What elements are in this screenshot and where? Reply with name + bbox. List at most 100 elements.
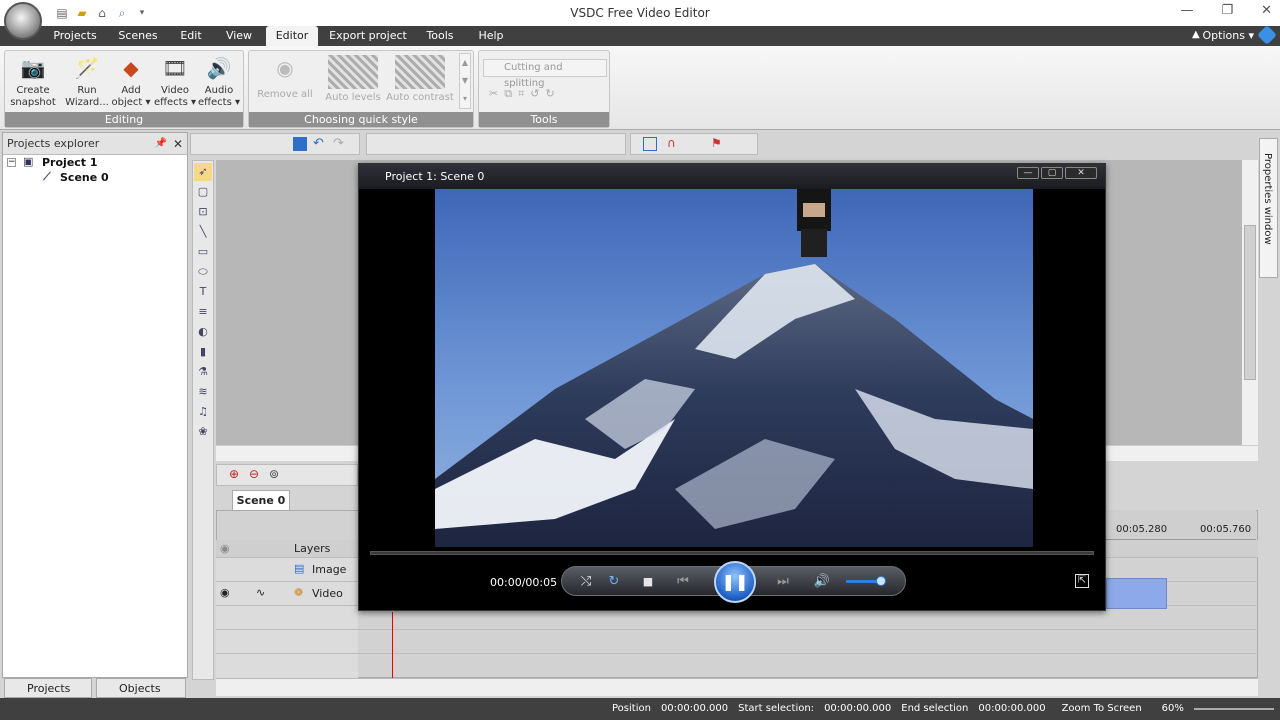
pointer-tool-icon[interactable]: ➶ bbox=[194, 163, 212, 181]
line-tool-icon[interactable]: ╲ bbox=[194, 223, 212, 241]
auto-levels-button[interactable]: Auto levels bbox=[321, 53, 385, 104]
cutting-splitting-button[interactable]: Cutting and splitting bbox=[483, 59, 607, 89]
tab-scene[interactable]: Scene 0 bbox=[232, 490, 290, 510]
rectangle-tool-icon[interactable]: ▭ bbox=[194, 243, 212, 261]
undo-icon[interactable]: ↶ bbox=[313, 136, 324, 151]
volume-icon[interactable]: 🔊 bbox=[812, 573, 832, 591]
menu-view[interactable]: View bbox=[218, 26, 260, 46]
split-icon[interactable]: ⧉ bbox=[504, 87, 512, 105]
options-menu[interactable]: Options ▾ bbox=[1203, 29, 1254, 42]
close-panel-button[interactable]: ✕ bbox=[173, 133, 183, 155]
properties-window-tab[interactable]: Properties window bbox=[1259, 138, 1278, 278]
zoom-to-screen-button[interactable]: Zoom To Screen bbox=[1062, 698, 1142, 720]
ruler-tick: 00:05.760 bbox=[1200, 524, 1252, 535]
sprite-tool-icon[interactable]: ⚗ bbox=[194, 363, 212, 381]
menu-tools[interactable]: Tools bbox=[418, 26, 462, 46]
zoom-fit-icon[interactable]: ⊚ bbox=[269, 467, 279, 481]
cut-icon[interactable]: ✂ bbox=[489, 87, 498, 105]
menu-edit[interactable]: Edit bbox=[172, 26, 210, 46]
crop-icon[interactable]: ⌗ bbox=[518, 87, 524, 105]
eye-icon[interactable]: ◉ bbox=[220, 586, 230, 599]
timeline-horizontal-scrollbar[interactable] bbox=[216, 678, 1258, 696]
auto-contrast-button[interactable]: Auto contrast bbox=[385, 53, 455, 104]
playback-controls: ⤭ ↻ ■ ⏮ ❚❚ ⏭ 🔊 bbox=[561, 561, 906, 603]
menu-projects[interactable]: Projects bbox=[48, 26, 102, 46]
playhead-cursor[interactable] bbox=[392, 612, 393, 678]
audio-wave-icon[interactable]: ∿ bbox=[256, 586, 265, 599]
app-logo-button[interactable] bbox=[4, 2, 42, 40]
grid-icon[interactable] bbox=[643, 137, 657, 151]
zoom-slider[interactable] bbox=[1193, 708, 1274, 710]
timeline-clip[interactable] bbox=[1106, 578, 1167, 609]
speaker-icon: 🔊 bbox=[206, 56, 232, 80]
volume-knob[interactable] bbox=[876, 576, 886, 586]
magnet-icon[interactable]: ∩ bbox=[667, 136, 676, 150]
restore-button[interactable]: ❐ bbox=[1221, 3, 1233, 18]
help-icon[interactable] bbox=[1257, 25, 1277, 45]
redo-icon[interactable]: ↷ bbox=[333, 136, 344, 151]
ribbon-group-editing: 📷 Create snapshot 🪄 Run Wizard... ◆ Add … bbox=[4, 50, 244, 128]
remove-all-button[interactable]: ◉ Remove all bbox=[253, 53, 317, 101]
audio-tool-icon[interactable]: ♫ bbox=[194, 403, 212, 421]
close-button[interactable]: ✕ bbox=[1261, 3, 1272, 18]
preview-maximize-button[interactable]: ▢ bbox=[1041, 167, 1063, 179]
start-selection-value: 00:00:00.000 bbox=[824, 703, 892, 714]
minimize-button[interactable]: — bbox=[1180, 3, 1193, 18]
menu-help[interactable]: Help bbox=[470, 26, 512, 46]
layout-toolbar: ∩ ⚑ bbox=[630, 133, 758, 155]
preview-title-bar[interactable]: Project 1: Scene 0 — ▢ ✕ bbox=[359, 164, 1105, 189]
tab-objects-explorer[interactable]: Objects ex... bbox=[96, 678, 186, 715]
zoom-out-icon[interactable]: ⊖ bbox=[249, 467, 259, 481]
layers-header: Layers bbox=[294, 542, 331, 555]
select-tool-icon[interactable] bbox=[293, 137, 307, 151]
tree-item-project[interactable]: Project 1 bbox=[42, 156, 98, 169]
audio-effects-button[interactable]: 🔊 Audio effects ▾ bbox=[197, 53, 241, 109]
run-wizard-button[interactable]: 🪄 Run Wizard... bbox=[61, 53, 113, 109]
tab-projects-explorer[interactable]: Projects ex... bbox=[4, 678, 92, 715]
rotate-right-icon[interactable]: ↻ bbox=[546, 87, 555, 105]
video-frame[interactable] bbox=[435, 189, 1033, 547]
group-label-tools: Tools bbox=[479, 112, 609, 127]
shape-tool-icon[interactable]: ◐ bbox=[194, 323, 212, 341]
video-effects-button[interactable]: 🎞 Video effects ▾ bbox=[153, 53, 197, 109]
preview-minimize-button[interactable]: — bbox=[1017, 167, 1039, 179]
menu-editor[interactable]: Editor bbox=[266, 26, 318, 46]
seek-bar[interactable] bbox=[370, 551, 1094, 555]
marker-icon[interactable]: ⚑ bbox=[711, 136, 722, 150]
tree-collapse-icon[interactable]: − bbox=[7, 158, 16, 167]
ruler-tick: 00:05.280 bbox=[1116, 524, 1168, 535]
ellipse-tool-icon[interactable]: ⬭ bbox=[194, 263, 212, 281]
text-tool-icon[interactable]: T bbox=[194, 283, 212, 301]
menu-export-project[interactable]: Export project bbox=[326, 26, 410, 46]
next-button[interactable]: ⏭ bbox=[768, 573, 798, 591]
properties-window-label: Properties window bbox=[1262, 153, 1273, 245]
timeline-ruler[interactable]: 00:05.280 00:05.760 bbox=[1106, 510, 1256, 540]
add-object-button[interactable]: ◆ Add object ▾ bbox=[109, 53, 153, 109]
menu-scenes[interactable]: Scenes bbox=[112, 26, 164, 46]
projects-explorer-title: Projects explorer bbox=[7, 137, 100, 150]
pause-button[interactable]: ❚❚ bbox=[714, 561, 756, 603]
fullscreen-icon[interactable]: ⇱ bbox=[1075, 574, 1089, 588]
collapse-ribbon-icon[interactable]: ▲ bbox=[1192, 29, 1200, 40]
quick-style-scroll[interactable]: ▲ ▼ ▾ bbox=[459, 53, 471, 109]
camera-icon: 📷 bbox=[20, 56, 46, 80]
animation-tool-icon[interactable]: ≋ bbox=[194, 383, 212, 401]
previous-button[interactable]: ⏮ bbox=[668, 573, 698, 591]
tree-item-scene[interactable]: Scene 0 bbox=[60, 171, 109, 184]
zoom-in-icon[interactable]: ⊕ bbox=[229, 467, 239, 481]
repeat-icon[interactable]: ↻ bbox=[604, 573, 624, 591]
rect-select-icon[interactable]: ▢ bbox=[194, 183, 212, 201]
chart-tool-icon[interactable]: ▮ bbox=[194, 343, 212, 361]
create-snapshot-button[interactable]: 📷 Create snapshot bbox=[7, 53, 59, 109]
status-bar: Position 00:00:00.000 Start selection: 0… bbox=[0, 698, 1280, 720]
rotate-left-icon[interactable]: ↺ bbox=[530, 87, 539, 105]
vertical-scroll-thumb[interactable] bbox=[1244, 225, 1256, 380]
crop-tool-icon[interactable]: ⊡ bbox=[194, 203, 212, 221]
loop-icon[interactable]: ⤭ bbox=[576, 573, 596, 591]
subtitle-tool-icon[interactable]: ≡ bbox=[194, 303, 212, 321]
image-tool-icon[interactable]: ❀ bbox=[194, 423, 212, 441]
pin-icon[interactable]: 📌 bbox=[155, 133, 167, 155]
preview-close-button[interactable]: ✕ bbox=[1065, 167, 1097, 179]
image-layer-icon: ▤ bbox=[294, 562, 305, 575]
stop-button[interactable]: ■ bbox=[638, 573, 658, 591]
